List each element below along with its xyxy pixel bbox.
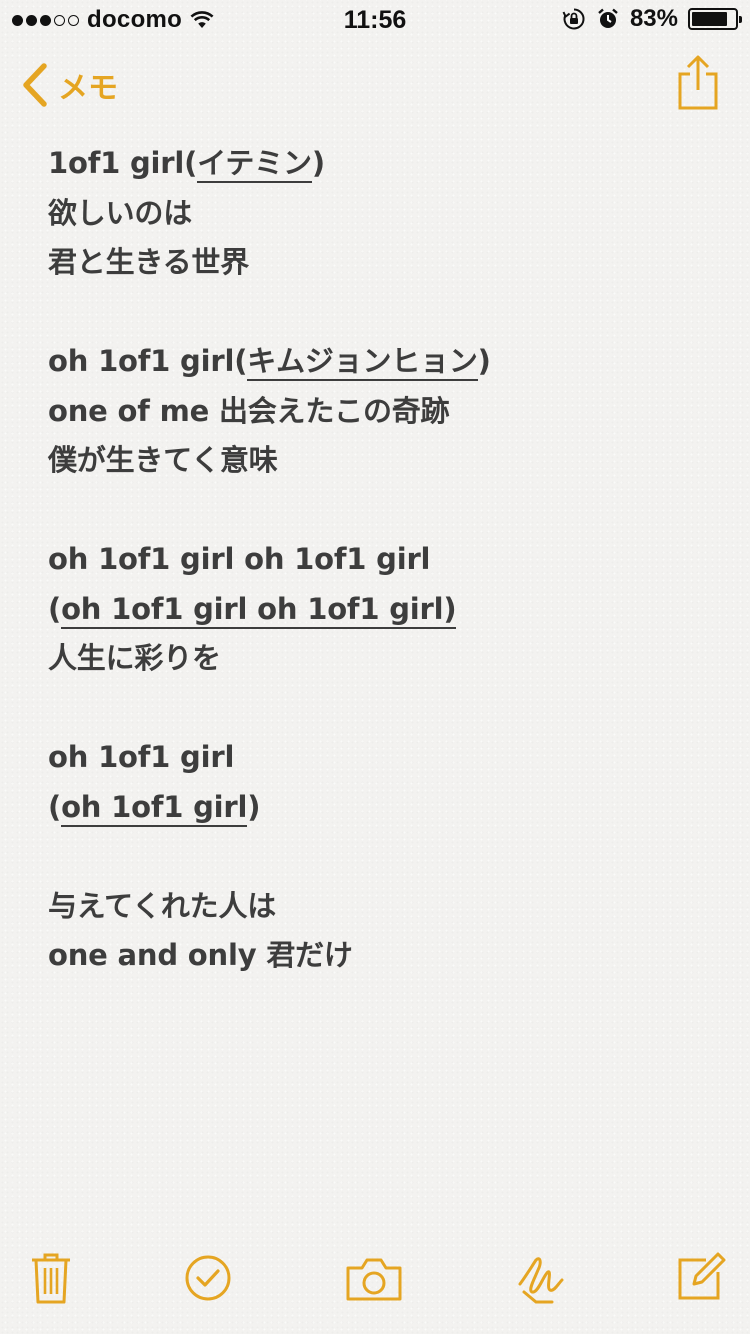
- note-line: oh 1of1 girl(キムジョンヒョン): [48, 337, 708, 387]
- linked-text[interactable]: イテミン: [197, 146, 312, 183]
- battery-icon: [688, 8, 742, 30]
- note-text: oh 1of1 girl(: [48, 344, 248, 378]
- note-line: 欲しいのは: [48, 195, 193, 230]
- note-text: (: [48, 591, 62, 626]
- linked-text[interactable]: キムジョンヒョン: [247, 344, 478, 381]
- bottom-toolbar: [0, 1224, 750, 1334]
- nav-bar: メモ: [0, 40, 750, 130]
- compose-button[interactable]: [676, 1250, 728, 1306]
- sketch-button[interactable]: [516, 1254, 566, 1310]
- share-icon: [678, 55, 718, 110]
- sketch-icon: [518, 1257, 564, 1304]
- note-line: oh 1of1 girl: [48, 740, 235, 774]
- checklist-icon: [185, 1255, 231, 1301]
- note-line: 1of1 girl(イテミン): [48, 139, 708, 189]
- note-text: (: [48, 789, 62, 824]
- chevron-left-icon: [23, 63, 47, 107]
- linked-text[interactable]: oh 1of1 girl oh 1of1 girl): [61, 591, 457, 629]
- note-line: oh 1of1 girl oh 1of1 girl: [48, 542, 431, 576]
- camera-icon: [346, 1258, 402, 1301]
- alarm-icon: [598, 8, 618, 28]
- note-text: ): [477, 344, 491, 378]
- battery-fill: [692, 12, 727, 26]
- compose-icon: [678, 1252, 726, 1300]
- note-body[interactable]: 1of1 girl(イテミン) 欲しいのは 君と生きる世界 oh 1of1 gi…: [48, 139, 708, 981]
- battery-percent: 83%: [629, 5, 678, 32]
- rotation-lock-icon: [562, 8, 585, 30]
- status-bar: docomo 11:56 83%: [0, 0, 750, 40]
- status-right: 83%: [562, 5, 742, 33]
- note-line: one and only 君だけ: [48, 938, 353, 972]
- note-line: 人生に彩りを: [48, 641, 221, 675]
- camera-button[interactable]: [344, 1256, 404, 1306]
- note-line: 君と生きる世界: [48, 245, 250, 279]
- note-line: (oh 1of1 girl oh 1of1 girl): [48, 585, 708, 635]
- checklist-button[interactable]: [184, 1254, 232, 1306]
- note-text: 1of1 girl(: [48, 146, 198, 180]
- note-line: 僕が生きてく意味: [48, 443, 278, 477]
- note-text: ): [247, 789, 261, 824]
- share-button[interactable]: [676, 54, 720, 116]
- back-label: メモ: [58, 71, 118, 106]
- back-button[interactable]: メモ: [20, 62, 118, 108]
- note-line: one of me 出会えたこの奇跡: [48, 393, 450, 428]
- note-line: 与えてくれた人は: [48, 888, 277, 923]
- trash-icon: [32, 1253, 70, 1304]
- note-line: (oh 1of1 girl): [48, 783, 708, 833]
- linked-text[interactable]: oh 1of1 girl: [61, 789, 247, 827]
- note-text: ): [311, 146, 325, 180]
- delete-button[interactable]: [30, 1252, 72, 1308]
